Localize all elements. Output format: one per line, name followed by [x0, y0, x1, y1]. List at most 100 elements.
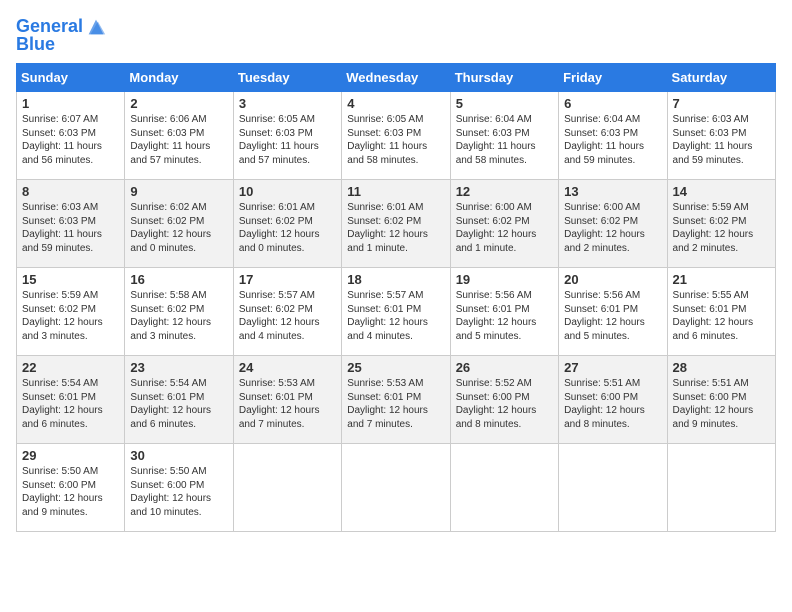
table-row: 3 Sunrise: 6:05 AMSunset: 6:03 PMDaylight… [233, 92, 341, 180]
table-row: 5 Sunrise: 6:04 AMSunset: 6:03 PMDaylight… [450, 92, 558, 180]
table-row: 25 Sunrise: 5:53 AMSunset: 6:01 PMDayligh… [342, 356, 450, 444]
col-friday: Friday [559, 64, 667, 92]
cell-content: Sunrise: 5:59 AMSunset: 6:02 PMDaylight:… [22, 289, 119, 343]
calendar-week-row: 29 Sunrise: 5:50 AMSunset: 6:00 PMDayligh… [17, 444, 776, 532]
cell-content: Sunrise: 5:57 AMSunset: 6:01 PMDaylight:… [347, 289, 444, 343]
table-row: 7 Sunrise: 6:03 AMSunset: 6:03 PMDaylight… [667, 92, 775, 180]
day-number: 1 [22, 96, 119, 111]
day-number: 25 [347, 360, 444, 375]
cell-content: Sunrise: 5:56 AMSunset: 6:01 PMDaylight:… [456, 289, 553, 343]
table-row: 4Sunrise: 6:05 AMSunset: 6:03 PMDaylight… [342, 92, 450, 180]
cell-content: Sunrise: 5:55 AMSunset: 6:01 PMDaylight:… [673, 289, 770, 343]
cell-content: Sunrise: 5:52 AMSunset: 6:00 PMDaylight:… [456, 377, 553, 431]
calendar-week-row: 22 Sunrise: 5:54 AMSunset: 6:01 PMDayligh… [17, 356, 776, 444]
day-number: 15 [22, 272, 119, 287]
page-header: General Blue [16, 16, 776, 55]
table-row: 21 Sunrise: 5:55 AMSunset: 6:01 PMDayligh… [667, 268, 775, 356]
table-row [450, 444, 558, 532]
col-thursday: Thursday [450, 64, 558, 92]
day-number: 2 [130, 96, 227, 111]
col-saturday: Saturday [667, 64, 775, 92]
table-row: 10 Sunrise: 6:01 AMSunset: 6:02 PMDayligh… [233, 180, 341, 268]
day-number: 8 [22, 184, 119, 199]
day-number: 24 [239, 360, 336, 375]
table-row [559, 444, 667, 532]
table-row: 6 Sunrise: 6:04 AMSunset: 6:03 PMDaylight… [559, 92, 667, 180]
day-number: 5 [456, 96, 553, 111]
logo-icon [85, 16, 107, 38]
table-row: 1 Sunrise: 6:07 AMSunset: 6:03 PMDaylight… [17, 92, 125, 180]
cell-content: Sunrise: 6:06 AMSunset: 6:03 PMDaylight:… [130, 113, 227, 167]
table-row: 15 Sunrise: 5:59 AMSunset: 6:02 PMDayligh… [17, 268, 125, 356]
table-row: 28Sunrise: 5:51 AMSunset: 6:00 PMDayligh… [667, 356, 775, 444]
day-number: 7 [673, 96, 770, 111]
table-row: 17 Sunrise: 5:57 AMSunset: 6:02 PMDayligh… [233, 268, 341, 356]
col-monday: Monday [125, 64, 233, 92]
day-number: 9 [130, 184, 227, 199]
cell-content: Sunrise: 5:51 AMSunset: 6:00 PMDaylight:… [564, 377, 661, 431]
calendar-table: Sunday Monday Tuesday Wednesday Thursday… [16, 63, 776, 532]
calendar-week-row: 15 Sunrise: 5:59 AMSunset: 6:02 PMDayligh… [17, 268, 776, 356]
table-row: 14 Sunrise: 5:59 AMSunset: 6:02 PMDayligh… [667, 180, 775, 268]
day-number: 26 [456, 360, 553, 375]
cell-content: Sunrise: 5:53 AMSunset: 6:01 PMDaylight:… [347, 377, 444, 431]
cell-content: Sunrise: 5:53 AMSunset: 6:01 PMDaylight:… [239, 377, 336, 431]
day-number: 10 [239, 184, 336, 199]
day-number: 28 [673, 360, 770, 375]
table-row: 26 Sunrise: 5:52 AMSunset: 6:00 PMDayligh… [450, 356, 558, 444]
cell-content: Sunrise: 6:00 AMSunset: 6:02 PMDaylight:… [564, 201, 661, 255]
table-row: 9 Sunrise: 6:02 AMSunset: 6:02 PMDaylight… [125, 180, 233, 268]
cell-content: Sunrise: 6:02 AMSunset: 6:02 PMDaylight:… [130, 201, 227, 255]
day-number: 3 [239, 96, 336, 111]
day-number: 23 [130, 360, 227, 375]
cell-content: Sunrise: 6:01 AMSunset: 6:02 PMDaylight:… [347, 201, 444, 255]
cell-content: Sunrise: 6:00 AMSunset: 6:02 PMDaylight:… [456, 201, 553, 255]
cell-content: Sunrise: 6:03 AMSunset: 6:03 PMDaylight:… [673, 113, 770, 167]
day-number: 29 [22, 448, 119, 463]
table-row: 2 Sunrise: 6:06 AMSunset: 6:03 PMDaylight… [125, 92, 233, 180]
table-row: 18 Sunrise: 5:57 AMSunset: 6:01 PMDayligh… [342, 268, 450, 356]
calendar-week-row: 8 Sunrise: 6:03 AMSunset: 6:03 PMDaylight… [17, 180, 776, 268]
cell-content: Sunrise: 5:56 AMSunset: 6:01 PMDaylight:… [564, 289, 661, 343]
day-number: 20 [564, 272, 661, 287]
day-number: 27 [564, 360, 661, 375]
table-row: 27 Sunrise: 5:51 AMSunset: 6:00 PMDayligh… [559, 356, 667, 444]
table-row: 19Sunrise: 5:56 AMSunset: 6:01 PMDayligh… [450, 268, 558, 356]
table-row: 12Sunrise: 6:00 AMSunset: 6:02 PMDayligh… [450, 180, 558, 268]
table-row [667, 444, 775, 532]
day-number: 11 [347, 184, 444, 199]
col-wednesday: Wednesday [342, 64, 450, 92]
cell-content: Sunrise: 6:03 AMSunset: 6:03 PMDaylight:… [22, 201, 119, 255]
table-row [233, 444, 341, 532]
day-number: 21 [673, 272, 770, 287]
cell-content: Sunrise: 6:04 AMSunset: 6:03 PMDaylight:… [456, 113, 553, 167]
table-row [342, 444, 450, 532]
cell-content: Sunrise: 5:50 AMSunset: 6:00 PMDaylight:… [22, 465, 119, 519]
cell-content: Sunrise: 5:54 AMSunset: 6:01 PMDaylight:… [130, 377, 227, 431]
table-row: 11 Sunrise: 6:01 AMSunset: 6:02 PMDayligh… [342, 180, 450, 268]
table-row: 23 Sunrise: 5:54 AMSunset: 6:01 PMDayligh… [125, 356, 233, 444]
table-row: 24 Sunrise: 5:53 AMSunset: 6:01 PMDayligh… [233, 356, 341, 444]
table-row: 13 Sunrise: 6:00 AMSunset: 6:02 PMDayligh… [559, 180, 667, 268]
cell-content: Sunrise: 6:01 AMSunset: 6:02 PMDaylight:… [239, 201, 336, 255]
cell-content: Sunrise: 6:04 AMSunset: 6:03 PMDaylight:… [564, 113, 661, 167]
day-number: 14 [673, 184, 770, 199]
day-number: 6 [564, 96, 661, 111]
cell-content: Sunrise: 6:07 AMSunset: 6:03 PMDaylight:… [22, 113, 119, 167]
day-number: 16 [130, 272, 227, 287]
day-number: 13 [564, 184, 661, 199]
calendar-week-row: 1 Sunrise: 6:07 AMSunset: 6:03 PMDaylight… [17, 92, 776, 180]
cell-content: Sunrise: 5:59 AMSunset: 6:02 PMDaylight:… [673, 201, 770, 255]
cell-content: Sunrise: 6:05 AMSunset: 6:03 PMDaylight:… [239, 113, 336, 167]
day-number: 17 [239, 272, 336, 287]
cell-content: Sunrise: 5:57 AMSunset: 6:02 PMDaylight:… [239, 289, 336, 343]
table-row: 22Sunrise: 5:54 AMSunset: 6:01 PMDayligh… [17, 356, 125, 444]
table-row: 30Sunrise: 5:50 AMSunset: 6:00 PMDayligh… [125, 444, 233, 532]
day-number: 30 [130, 448, 227, 463]
day-number: 4 [347, 96, 444, 111]
day-number: 18 [347, 272, 444, 287]
day-number: 22 [22, 360, 119, 375]
col-sunday: Sunday [17, 64, 125, 92]
header-row: Sunday Monday Tuesday Wednesday Thursday… [17, 64, 776, 92]
cell-content: Sunrise: 5:58 AMSunset: 6:02 PMDaylight:… [130, 289, 227, 343]
